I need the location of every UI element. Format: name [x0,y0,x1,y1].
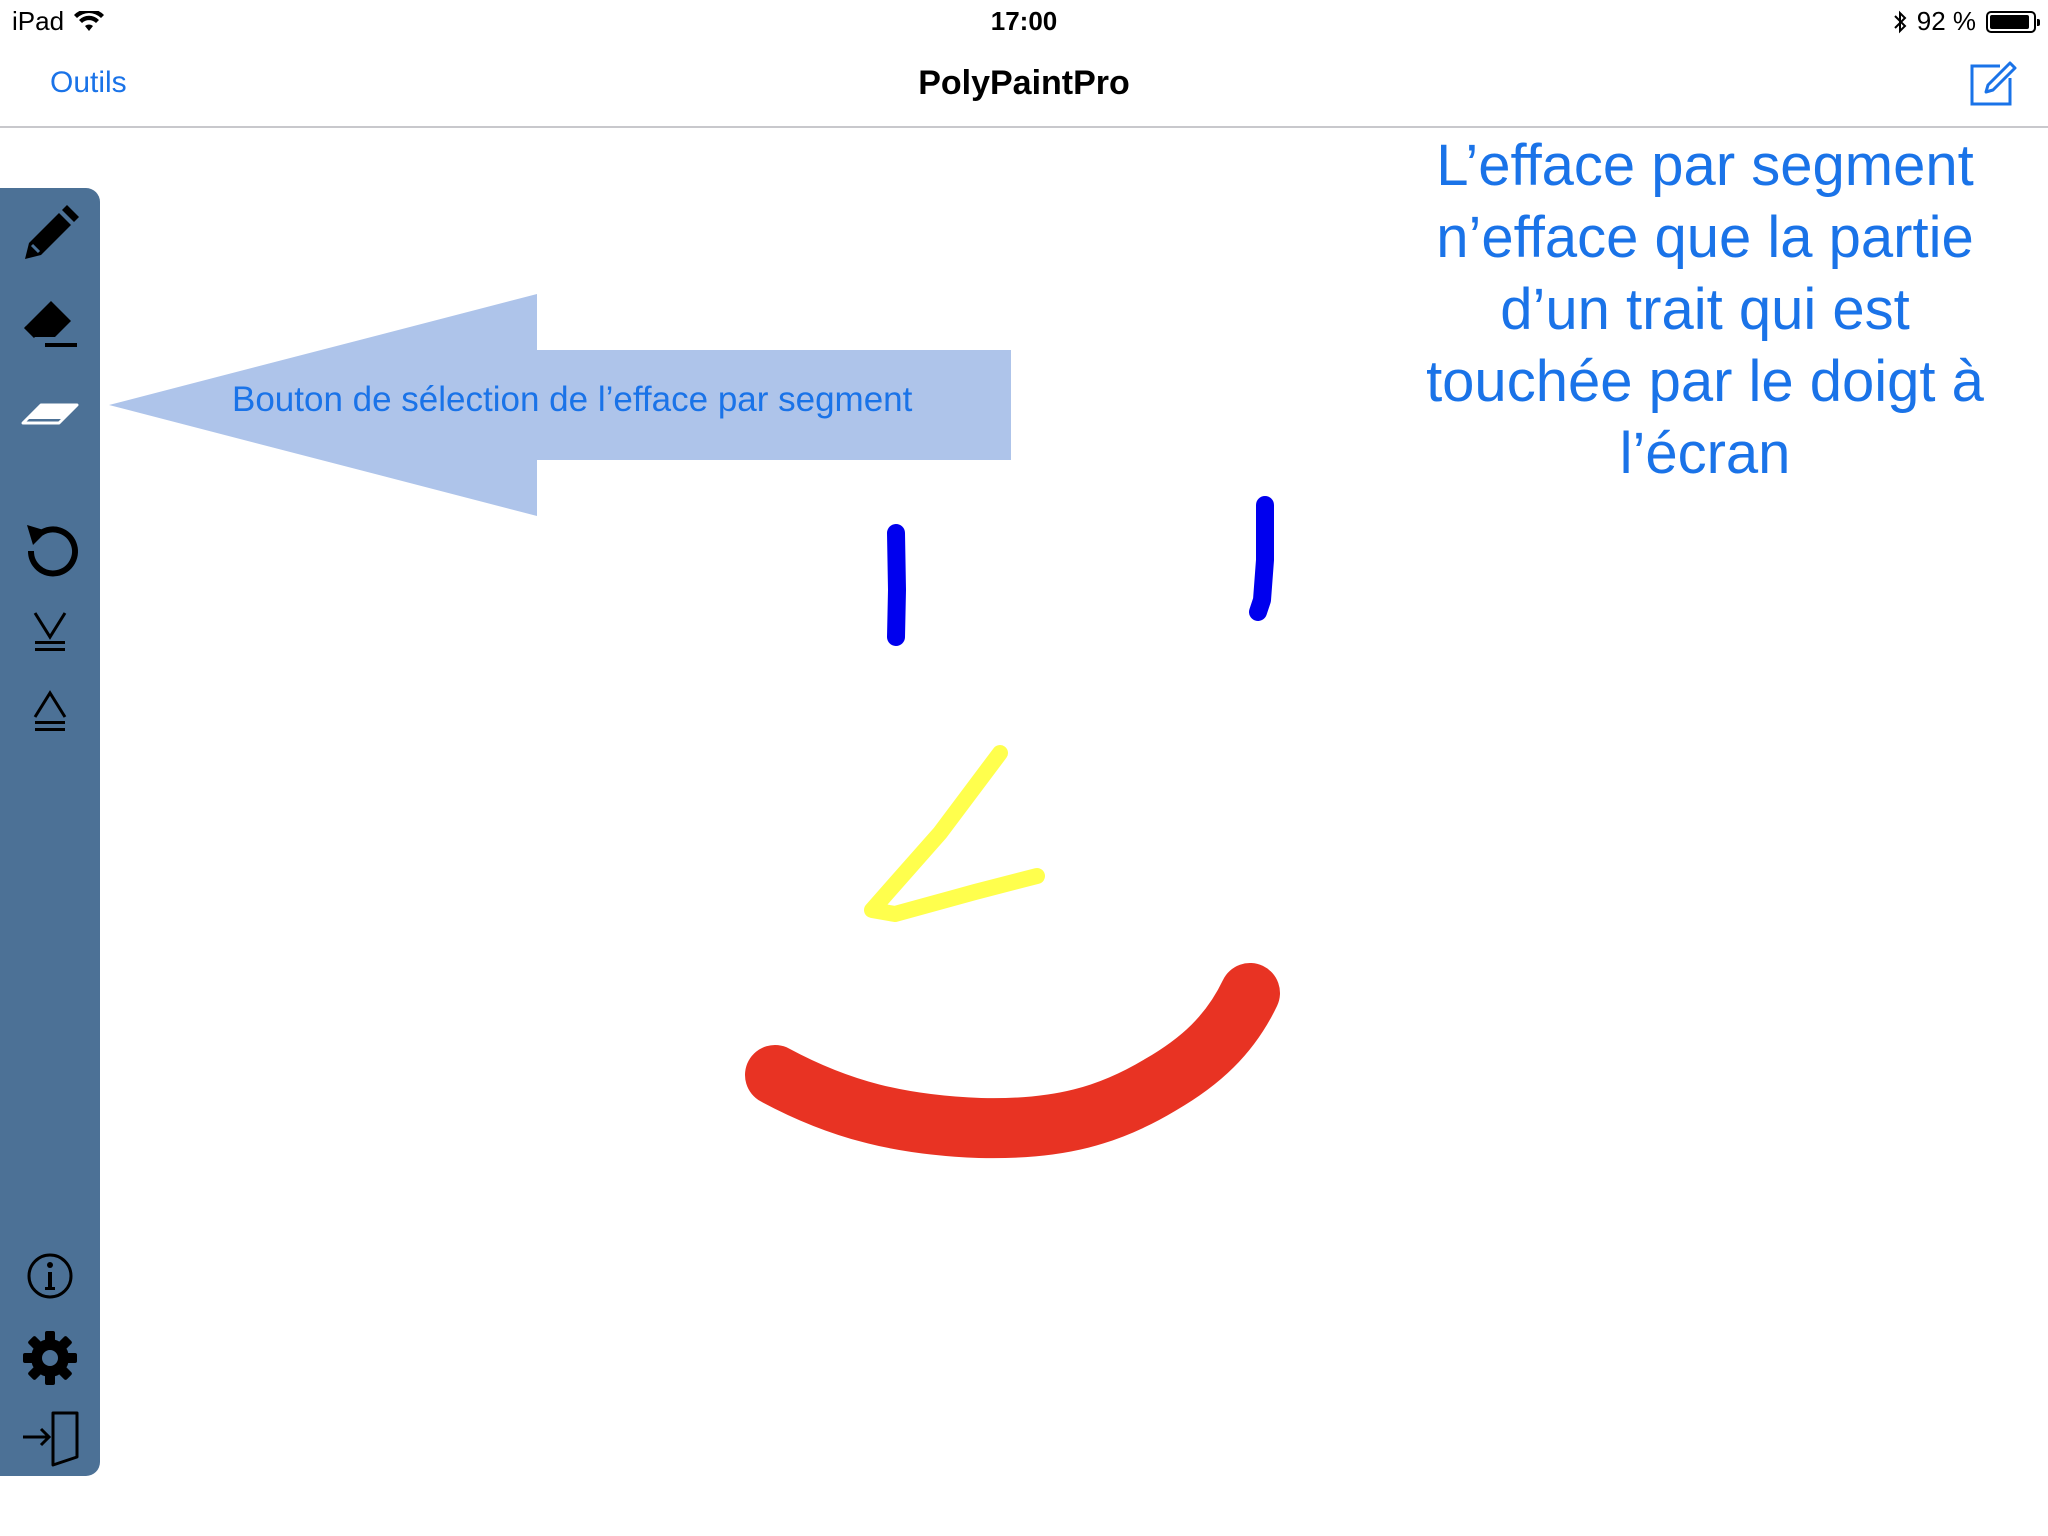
undo-icon [27,525,78,577]
battery-icon [1986,10,2040,33]
layer-up-icon [33,690,67,731]
undo-button[interactable] [14,514,86,586]
explanation-line: n’efface que la partie [1436,205,1974,270]
stroke-eraser-button[interactable] [14,286,86,358]
battery-nub [2037,18,2040,26]
explanation-line: d’un trait qui est [1500,277,1910,342]
info-icon [27,1253,73,1299]
compose-button[interactable] [1966,58,2018,110]
navigation-bar: Outils PolyPaintPro [0,40,2048,128]
pencil-button[interactable] [14,198,86,270]
tool-sidebar [0,188,100,1476]
arrow-label: Bouton de sélection de l’efface par segm… [232,380,913,419]
segment-eraser-button[interactable] [14,372,86,444]
yellow-stroke [864,745,1045,922]
app-title: PolyPaintPro [918,64,1130,102]
status-bar: iPad 17:00 92 % [0,0,2048,40]
blue-stroke-right [1249,496,1274,621]
explanation-line: touchée par le doigt à [1426,349,1984,414]
red-stroke [745,963,1280,1159]
exit-icon [23,1411,79,1467]
explanation-line: l’écran [1619,421,1791,486]
pencil-icon [25,205,79,259]
explanation-text: L’efface par segment n’efface que la par… [1380,130,2030,490]
status-time: 17:00 [990,6,1058,36]
exit-button[interactable] [14,1402,86,1474]
gear-icon [23,1331,77,1385]
explanation-line: L’efface par segment [1436,133,1974,198]
bluetooth-icon [1894,10,1907,33]
settings-button[interactable] [14,1322,86,1394]
layer-down-icon [33,612,67,651]
info-button[interactable] [14,1240,86,1312]
compose-icon [1970,61,2017,106]
layer-up-button[interactable] [14,672,86,744]
stroke-eraser-icon [23,301,77,347]
blue-stroke-left [887,524,906,646]
layer-down-button[interactable] [14,592,86,664]
status-right: 92 % [1893,6,2040,37]
segment-eraser-icon [21,403,79,425]
battery-fill [1990,14,2029,29]
battery-percent: 92 % [1916,6,1976,36]
